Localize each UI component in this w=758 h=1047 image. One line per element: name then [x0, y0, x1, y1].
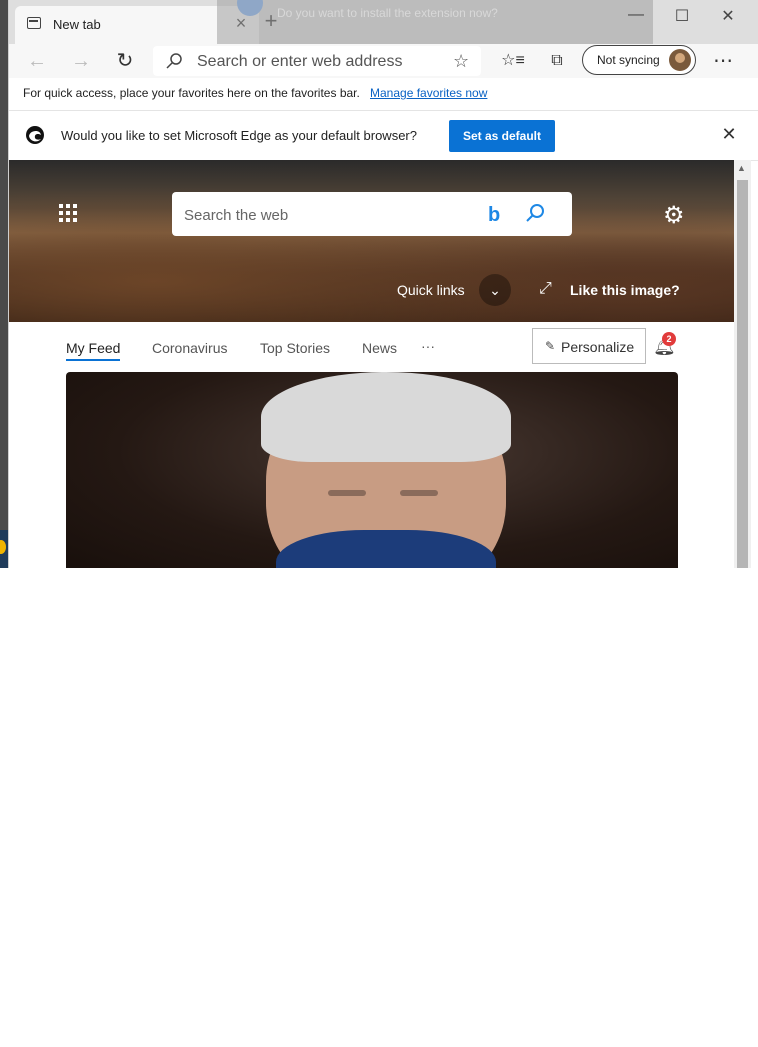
- chevron-down-icon[interactable]: ⌄: [479, 274, 511, 306]
- news-card-image[interactable]: [66, 372, 678, 568]
- web-search-placeholder: Search the web: [184, 207, 289, 224]
- search-icon[interactable]: [524, 202, 546, 224]
- navigation-toolbar: ← → ↻ Search or enter web address ☆ ☆≡ ⧉…: [9, 44, 758, 78]
- titlebar: New tab × + Do you want to install the e…: [9, 0, 758, 72]
- notification-badge: 2: [662, 332, 676, 346]
- profile-sync-button[interactable]: Not syncing: [582, 45, 696, 75]
- tab-coronavirus[interactable]: Coronavirus: [152, 340, 227, 356]
- tab-title: New tab: [53, 17, 101, 32]
- more-tabs-icon[interactable]: ···: [421, 338, 435, 354]
- web-search-box[interactable]: Search the web b: [172, 192, 572, 236]
- news-photo-hair: [261, 372, 511, 462]
- pencil-icon: ✎: [545, 339, 556, 353]
- avatar: [669, 49, 691, 71]
- scroll-thumb[interactable]: [737, 180, 748, 568]
- tab-top-stories[interactable]: Top Stories: [260, 340, 330, 356]
- window-close-icon[interactable]: ✕: [713, 6, 743, 26]
- browser-window: New tab × + Do you want to install the e…: [0, 0, 758, 568]
- gear-icon[interactable]: ⚙: [663, 201, 685, 230]
- extension-install-text: Do you want to install the extension now…: [277, 6, 498, 20]
- news-photo-brow-left: [328, 490, 366, 496]
- refresh-icon[interactable]: ↻: [113, 50, 137, 72]
- news-photo-brow-right: [400, 490, 438, 496]
- feed-navigation: My Feed Coronavirus Top Stories News ···…: [9, 322, 734, 372]
- set-as-default-button[interactable]: Set as default: [449, 120, 555, 152]
- page-icon: [27, 17, 41, 29]
- quick-links-label[interactable]: Quick links: [397, 282, 465, 298]
- personalize-label: Personalize: [561, 339, 635, 355]
- bing-icon: b: [488, 204, 501, 226]
- favorites-icon[interactable]: ☆≡: [501, 50, 525, 72]
- address-placeholder: Search or enter web address: [197, 53, 403, 70]
- sync-status: Not syncing: [597, 53, 660, 67]
- desktop-edge: [0, 0, 8, 568]
- collections-icon[interactable]: ⧉: [545, 50, 569, 72]
- banner-close-icon[interactable]: ✕: [719, 124, 739, 145]
- default-browser-banner: Would you like to set Microsoft Edge as …: [9, 111, 758, 161]
- manage-favorites-link[interactable]: Manage favorites now: [370, 86, 487, 100]
- tab-news[interactable]: News: [362, 340, 397, 356]
- more-options-icon[interactable]: ⋯: [711, 50, 735, 72]
- tab-my-feed[interactable]: My Feed: [66, 340, 121, 361]
- like-this-image-link[interactable]: Like this image?: [570, 282, 680, 298]
- default-browser-question: Would you like to set Microsoft Edge as …: [61, 128, 417, 143]
- hero-background-image: Search the web b ⚙ Quick links ⌄ ⤢ Like …: [9, 160, 734, 322]
- maximize-icon[interactable]: ☐: [667, 6, 697, 26]
- browser-frame: New tab × + Do you want to install the e…: [8, 0, 758, 568]
- favorites-bar-hint: For quick access, place your favorites h…: [23, 86, 360, 100]
- new-tab-page: Search the web b ⚙ Quick links ⌄ ⤢ Like …: [9, 160, 734, 568]
- search-icon: [166, 53, 182, 69]
- back-arrow-icon[interactable]: ←: [25, 50, 49, 72]
- favorite-star-icon[interactable]: ☆: [453, 51, 469, 72]
- favorites-bar: For quick access, place your favorites h…: [9, 78, 758, 111]
- question-icon: [237, 0, 263, 16]
- page-scrollbar[interactable]: ▲: [734, 160, 751, 568]
- address-bar[interactable]: Search or enter web address ☆: [153, 46, 481, 76]
- expand-icon[interactable]: ⤢: [539, 280, 552, 298]
- forward-arrow-icon[interactable]: →: [69, 50, 93, 72]
- minimize-icon[interactable]: —: [621, 6, 651, 24]
- edge-logo-icon: [26, 126, 44, 144]
- app-launcher-icon[interactable]: [59, 204, 77, 222]
- scroll-up-arrow-icon[interactable]: ▲: [737, 163, 746, 173]
- personalize-button[interactable]: ✎ Personalize: [532, 328, 646, 364]
